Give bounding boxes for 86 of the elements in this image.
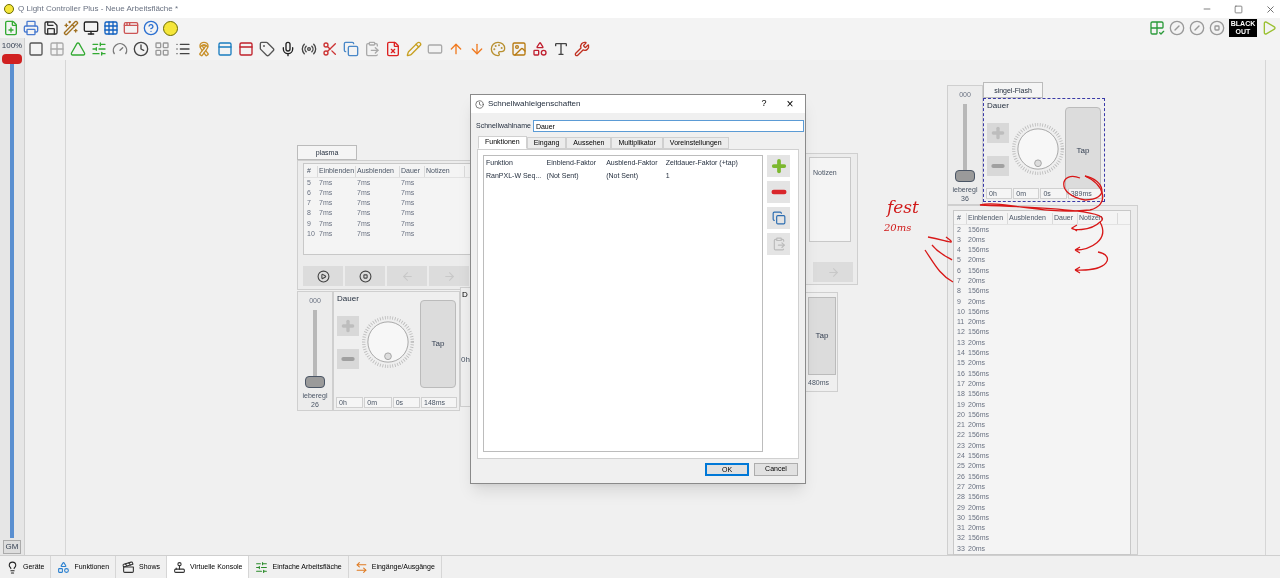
close-icon[interactable] <box>1265 3 1276 15</box>
rectangle-icon[interactable] <box>427 41 443 57</box>
tag-icon[interactable] <box>259 41 275 57</box>
plus-icon <box>769 157 788 175</box>
minus-button[interactable] <box>987 156 1009 176</box>
window-title: Q Light Controller Plus - Neue Arbeitsfläche * <box>18 3 180 15</box>
wand-icon[interactable] <box>63 20 79 36</box>
app-logo-icon <box>4 4 14 14</box>
ribbon-icon[interactable] <box>196 41 212 57</box>
play-icon[interactable] <box>1261 20 1277 36</box>
window-icon[interactable] <box>217 41 233 57</box>
dial-title: Dauer <box>337 293 359 305</box>
copy-icon[interactable] <box>343 41 359 57</box>
arrows-icon <box>354 560 368 574</box>
tap-button[interactable]: Tap <box>420 300 456 388</box>
stop-icon <box>358 269 372 283</box>
clock-icon[interactable] <box>133 41 149 57</box>
sliders-icon <box>255 560 269 574</box>
frame-icon[interactable] <box>154 41 170 57</box>
handwritten-note: 20ms <box>884 222 912 233</box>
slash-icon[interactable] <box>1169 20 1185 36</box>
hand-drawn-loop <box>1063 175 1103 201</box>
paste-icon <box>771 237 786 251</box>
new-file-icon[interactable] <box>3 20 19 36</box>
font-icon[interactable] <box>553 41 569 57</box>
list-icon[interactable] <box>175 41 191 57</box>
dial-knob-icon[interactable] <box>362 316 414 368</box>
slider-track[interactable] <box>305 310 325 390</box>
square-icon[interactable] <box>28 41 44 57</box>
play-button[interactable] <box>303 266 343 286</box>
console-icon <box>173 560 187 574</box>
handwritten-note: fest <box>887 198 919 216</box>
slash-icon[interactable] <box>1189 20 1205 36</box>
grid-icon[interactable] <box>49 41 65 57</box>
master-footer: GM <box>2 540 22 554</box>
slider-track[interactable] <box>955 104 975 184</box>
plus-icon <box>340 318 356 334</box>
triangle-icon[interactable] <box>70 41 86 57</box>
paste-icon[interactable] <box>364 41 380 57</box>
microphone-icon[interactable] <box>280 41 296 57</box>
close-button[interactable]: × <box>779 98 801 110</box>
time-field[interactable]: 0h <box>461 354 470 366</box>
sliders-icon[interactable] <box>91 41 107 57</box>
shapes-icon <box>57 560 71 574</box>
tools-icon[interactable] <box>574 41 590 57</box>
printer-icon[interactable] <box>23 20 39 36</box>
play-icon <box>316 269 330 283</box>
stop-icon[interactable] <box>1209 20 1225 36</box>
minus-button[interactable] <box>337 349 359 369</box>
save-icon[interactable] <box>43 20 59 36</box>
slider-thumb[interactable] <box>955 170 975 182</box>
window-icon[interactable] <box>238 41 254 57</box>
knob-icon[interactable] <box>112 41 128 57</box>
master-label: 100% <box>1 40 23 52</box>
image-icon[interactable] <box>511 41 527 57</box>
copy-button[interactable] <box>767 207 790 229</box>
grid-icon[interactable] <box>1149 20 1165 36</box>
dialog-title: Schnellwahleigenschaften <box>488 98 582 110</box>
help-button[interactable]: ? <box>753 97 775 111</box>
dial-title: D <box>462 289 468 301</box>
master-track[interactable] <box>2 54 22 538</box>
tap-button[interactable]: Tap <box>808 297 836 375</box>
spotlight-icon <box>6 560 19 574</box>
help-icon[interactable] <box>143 20 159 36</box>
copy-icon <box>771 211 786 225</box>
palette-icon[interactable] <box>490 41 506 57</box>
clock-icon <box>475 99 484 109</box>
plus-icon <box>990 125 1006 141</box>
audio-icon[interactable] <box>301 41 317 57</box>
remove-button[interactable] <box>767 181 790 203</box>
shapes-icon[interactable] <box>532 41 548 57</box>
window-icon[interactable] <box>123 20 139 36</box>
app-logo-icon[interactable] <box>163 20 178 36</box>
stop-button[interactable] <box>345 266 385 286</box>
grid-icon[interactable] <box>103 20 119 36</box>
dial-title: Dauer <box>987 100 1009 112</box>
monitor-icon[interactable] <box>83 20 99 36</box>
cut-icon[interactable] <box>322 41 338 57</box>
delete-icon[interactable] <box>385 41 401 57</box>
slider-thumb[interactable] <box>305 376 325 388</box>
dial-knob-icon[interactable] <box>1012 123 1064 175</box>
maximize-icon[interactable] <box>1234 4 1243 14</box>
pencil-icon[interactable] <box>406 41 422 57</box>
clapperboard-icon <box>122 560 136 574</box>
add-button[interactable] <box>767 155 790 177</box>
master-handle[interactable] <box>2 54 22 64</box>
